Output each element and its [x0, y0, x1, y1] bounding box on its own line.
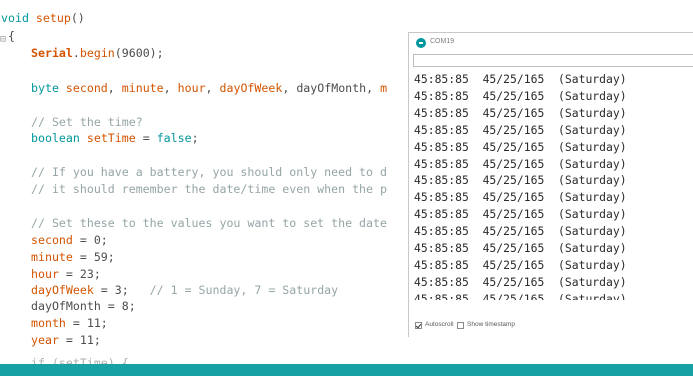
code-comment: // Set the time? — [31, 115, 143, 129]
code-token: Serial — [31, 46, 73, 60]
serial-output-line: 45:85:85 45/25/165 (Saturday) — [414, 122, 627, 137]
code-line: year = 11; — [31, 331, 101, 349]
serial-send-input[interactable] — [413, 54, 693, 67]
code-line: minute = 59; — [31, 248, 115, 266]
code-token: second — [31, 233, 73, 247]
code-token: hour — [177, 81, 206, 95]
code-token: () — [70, 11, 85, 25]
autoscroll-checkbox[interactable] — [415, 322, 422, 329]
serial-monitor-title: COM19 — [430, 38, 455, 45]
serial-monitor-titlebar[interactable]: COM19 — [409, 33, 693, 53]
code-token: byte — [31, 81, 59, 95]
code-token: begin — [79, 46, 115, 60]
code-line: // If you have a battery, you should onl… — [31, 163, 387, 181]
serial-output-line: 45:85:85 45/25/165 (Saturday) — [414, 105, 627, 120]
code-token: minute — [31, 250, 73, 264]
code-token: void — [1, 11, 29, 25]
code-token: = 0; — [72, 233, 108, 247]
serial-monitor-footer: Autoscroll Show timestamp — [409, 316, 693, 338]
code-token: , — [366, 81, 381, 95]
serial-output-line: 45:85:85 45/25/165 (Saturday) — [414, 173, 627, 188]
code-token: dayOfMonth — [296, 81, 367, 95]
status-bar — [0, 364, 693, 376]
code-comment: // Set these to the values you want to s… — [31, 216, 387, 230]
code-token: = 59; — [72, 250, 115, 264]
serial-output-line: 45:85:85 45/25/165 (Saturday) — [414, 257, 627, 272]
fold-collapse-icon[interactable]: ⊟ — [0, 34, 6, 45]
code-token: minute — [121, 81, 164, 95]
code-token: boolean — [31, 131, 80, 145]
code-token: { — [8, 29, 15, 43]
code-token: (9600); — [114, 46, 164, 60]
code-token: , — [107, 81, 122, 95]
code-line: Serial.begin(9600); — [31, 44, 164, 62]
code-token: hour — [31, 267, 59, 281]
code-token: dayOfWeek — [31, 283, 94, 297]
code-token: dayOfWeek — [219, 81, 283, 95]
code-line: // Set these to the values you want to s… — [31, 214, 387, 232]
serial-output-line: 45:85:85 45/25/165 (Saturday) — [414, 207, 627, 222]
show-timestamp-label: Show timestamp — [467, 321, 516, 328]
code-comment: // 1 = Sunday, 7 = Saturday — [149, 283, 339, 297]
code-token: year — [31, 333, 59, 347]
code-token: = 8; — [100, 299, 136, 313]
code-token: setTime — [86, 131, 136, 145]
code-comment: // it should remember the date/time even… — [31, 182, 387, 196]
code-token: , — [282, 81, 297, 95]
serial-output-area[interactable]: 45:85:85 45/25/165 (Saturday) 45:85:85 45… — [413, 70, 693, 300]
code-token: = 23; — [58, 267, 101, 281]
serial-output-line: 45:85:85 45/25/165 (Saturday) — [414, 274, 627, 289]
code-token: . — [72, 46, 80, 60]
show-timestamp-checkbox[interactable] — [457, 322, 464, 329]
code-token: dayOfMonth — [31, 299, 101, 313]
code-token: setup — [35, 11, 71, 25]
code-comment: // If you have a battery, you should onl… — [31, 165, 387, 179]
serial-output-line: 45:85:85 45/25/165 (Saturday) — [414, 190, 627, 205]
code-token: ; — [191, 131, 199, 145]
code-token: month — [31, 316, 66, 330]
serial-output-line: 45:85:85 45/25/165 (Saturday) — [414, 156, 627, 171]
code-token: m — [380, 81, 388, 95]
code-token: , — [163, 81, 178, 95]
code-line: boolean setTime = false; — [31, 129, 199, 147]
serial-output-line: 45:85:85 45/25/165 (Saturday) — [414, 224, 627, 239]
code-line: { — [8, 27, 15, 45]
serial-output-line: 45:85:85 45/25/165 (Saturday) — [414, 139, 627, 154]
serial-output-line: 45:85:85 45/25/165 (Saturday) — [414, 72, 627, 86]
code-token: = 3; — [93, 283, 150, 297]
arduino-logo-icon — [416, 38, 426, 48]
code-line: month = 11; — [31, 314, 108, 332]
code-line: void setup() — [1, 9, 85, 27]
code-token: = 11; — [65, 316, 108, 330]
code-token: = 11; — [58, 333, 101, 347]
code-line: byte second, minute, hour, dayOfWeek, da… — [31, 79, 387, 97]
code-token: second — [65, 81, 108, 95]
serial-output-line: 45:85:85 45/25/165 (Saturday) — [414, 88, 627, 103]
code-token: , — [205, 81, 220, 95]
code-token: = — [135, 131, 157, 145]
serial-output-line: 45:85:85 45/25/165 (Saturday) — [414, 291, 627, 300]
code-line: // it should remember the date/time even… — [31, 180, 387, 198]
autoscroll-label: Autoscroll — [425, 321, 454, 328]
serial-monitor-window[interactable]: COM19 45:85:85 45/25/165 (Saturday) 45:85… — [408, 32, 693, 337]
code-token: false — [156, 131, 192, 145]
code-line: dayOfMonth = 8; — [31, 297, 136, 315]
serial-output-line: 45:85:85 45/25/165 (Saturday) — [414, 241, 627, 255]
code-line: second = 0; — [31, 231, 108, 249]
